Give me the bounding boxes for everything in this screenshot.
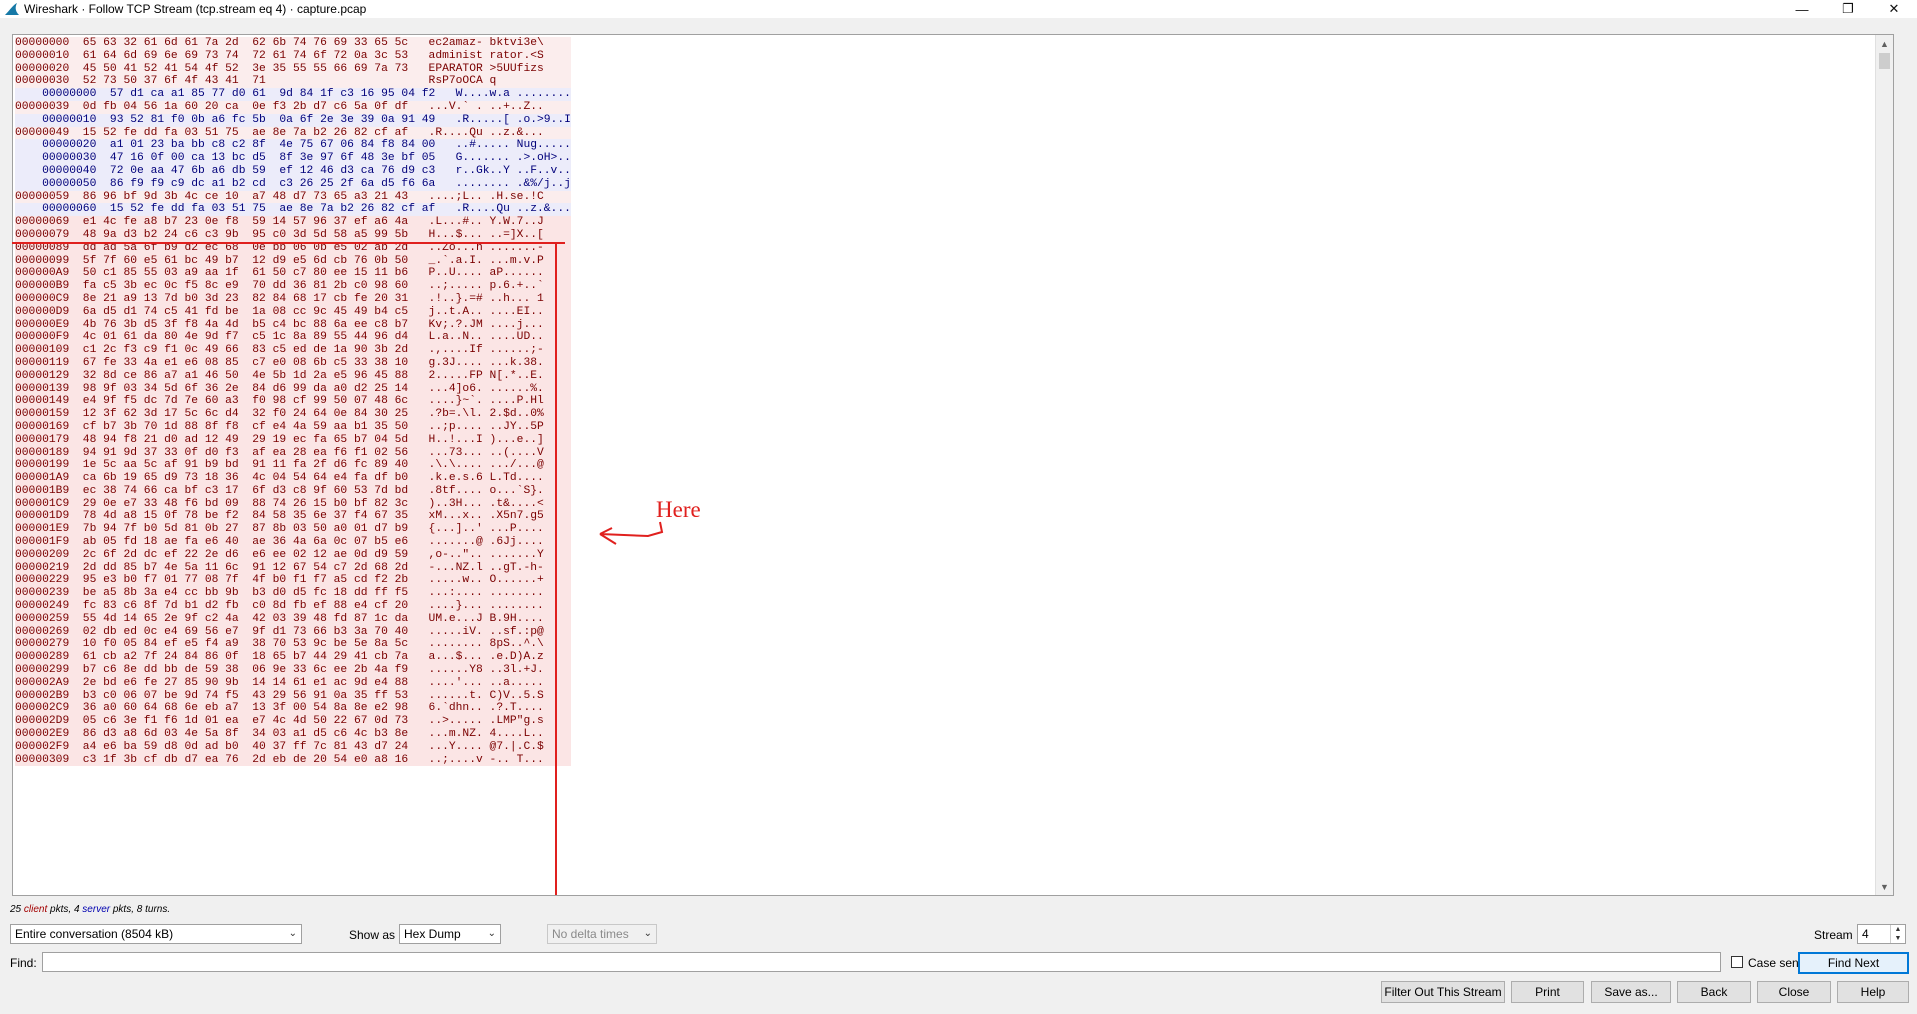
client-hex-line: 00000129 32 8d ce 86 a7 a1 46 50 4e 5b 1… — [15, 369, 571, 383]
client-hex-line: 000002E9 86 d3 a8 6d 03 4e 5a 8f 34 03 a… — [15, 728, 571, 741]
client-hex-line: 000001F9 ab 05 fd 18 ae fa e6 40 ae 36 4… — [15, 536, 571, 549]
title-bar: Wireshark · Follow TCP Stream (tcp.strea… — [0, 0, 1917, 18]
client-hex-line: 000001A9 ca 6b 19 65 d9 73 18 36 4c 04 5… — [15, 472, 571, 485]
client-hex-line: 00000039 0d fb 04 56 1a 60 20 ca 0e f3 2… — [15, 100, 571, 114]
client-hex-line: 00000020 45 50 41 52 41 54 4f 52 3e 35 5… — [15, 62, 571, 76]
client-hex-line: 00000169 cf b7 3b 70 1d 88 8f f8 cf e4 4… — [15, 420, 571, 434]
find-input[interactable] — [42, 952, 1721, 972]
server-hex-line: 00000050 86 f9 f9 c9 dc a1 b2 cd c3 26 2… — [15, 177, 571, 191]
client-hex-line: 00000049 15 52 fe dd fa 03 51 75 ae 8e 7… — [15, 126, 571, 140]
client-hex-line: 000000A9 50 c1 85 55 03 a9 aa 1f 61 50 c… — [15, 267, 571, 281]
window-title: Wireshark · Follow TCP Stream (tcp.strea… — [24, 2, 367, 16]
chevron-down-icon: ⌄ — [487, 928, 496, 939]
client-hex-line: 00000000 65 63 32 61 6d 61 7a 2d 62 6b 7… — [15, 37, 571, 50]
case-sensitive-checkbox[interactable] — [1731, 956, 1743, 968]
client-hex-line: 000001D9 78 4d a8 15 0f 78 be f2 84 58 3… — [15, 510, 571, 524]
client-hex-line: 000000D9 6a d5 d1 74 c5 41 fd be 1a 08 c… — [15, 305, 571, 319]
save-as-button[interactable]: Save as... — [1591, 981, 1671, 1003]
client-hex-line: 00000279 10 f0 05 84 ef e5 f4 a9 38 70 5… — [15, 638, 571, 652]
show-as-label: Show as — [349, 928, 396, 942]
client-hex-line: 00000139 98 9f 03 34 5d 6f 36 2e 84 d6 9… — [15, 382, 571, 396]
stream-options-row: Entire conversation (8504 kB) ⌄ Show as … — [0, 922, 1917, 946]
client-hex-line: 000000E9 4b 76 3b d5 3f f8 4a 4d b5 c4 b… — [15, 318, 571, 332]
help-button[interactable]: Help — [1837, 981, 1909, 1003]
spin-arrows-icon[interactable]: ▲ ▼ — [1890, 925, 1905, 943]
close-button[interactable]: Close — [1757, 981, 1831, 1003]
maximize-button[interactable]: ❐ — [1825, 0, 1871, 18]
client-hex-line: 000001C9 29 0e e7 33 48 f6 bd 09 88 74 2… — [15, 497, 571, 511]
back-button[interactable]: Back — [1677, 981, 1751, 1003]
client-hex-line: 000000B9 fa c5 3b ec 0c f5 8c e9 70 dd 3… — [15, 280, 571, 293]
close-window-button[interactable]: ✕ — [1871, 0, 1917, 18]
annotation-arrow-icon — [599, 521, 664, 545]
client-hex-line: 00000030 52 73 50 37 6f 4f 43 41 71 RsP7… — [15, 75, 571, 89]
client-hex-line: 00000229 95 e3 b0 f7 01 77 08 7f 4f b0 f… — [15, 574, 571, 588]
minimize-button[interactable]: — — [1779, 0, 1825, 18]
client-hex-line: 00000069 e1 4c fe a8 b7 23 0e f8 59 14 5… — [15, 216, 571, 229]
conversation-select[interactable]: Entire conversation (8504 kB) ⌄ — [10, 924, 302, 944]
scroll-down-arrow-icon[interactable]: ▼ — [1876, 878, 1893, 895]
chevron-down-icon: ⌄ — [288, 928, 297, 939]
client-hex-line: 00000059 86 96 bf 9d 3b 4c ce 10 a7 48 d… — [15, 190, 571, 204]
scroll-thumb[interactable] — [1879, 53, 1890, 69]
packet-summary: 25 client pkts, 4 server pkts, 8 turns. — [10, 904, 171, 915]
server-hex-line: 00000000 57 d1 ca a1 85 77 d0 61 9d 84 1… — [15, 88, 571, 101]
client-hex-line: 000002C9 36 a0 60 64 68 6e eb a7 13 3f 0… — [15, 702, 571, 716]
stream-label: Stream — [1814, 928, 1853, 942]
server-hex-line: 00000030 47 16 0f 00 ca 13 bc d5 8f 3e 9… — [15, 152, 571, 165]
client-hex-line: 000002A9 2e bd e6 fe 27 85 90 9b 14 14 6… — [15, 676, 571, 690]
client-hex-line: 000000F9 4c 01 61 da 80 4e 9d f7 c5 1c 8… — [15, 331, 571, 345]
delta-times-select[interactable]: No delta times ⌄ — [547, 924, 657, 944]
client-hex-line: 00000119 67 fe 33 4a e1 e6 08 85 c7 e0 0… — [15, 356, 571, 370]
client-hex-line: 00000010 61 64 6d 69 6e 69 73 74 72 61 7… — [15, 49, 571, 63]
client-hex-line: 00000079 48 9a d3 b2 24 c6 c3 9b 95 c0 3… — [15, 228, 571, 242]
stream-number-spinbox[interactable]: 4 ▲ ▼ — [1857, 924, 1906, 944]
client-hex-line: 00000199 1e 5c aa 5c af 91 b9 bd 91 11 f… — [15, 459, 571, 473]
client-hex-line: 000001B9 ec 38 74 66 ca bf c3 17 6f d3 c… — [15, 484, 571, 498]
server-hex-line: 00000020 a1 01 23 ba bb c8 c2 8f 4e 75 6… — [15, 139, 571, 153]
hex-dump-lines: 00000000 65 63 32 61 6d 61 7a 2d 62 6b 7… — [15, 37, 571, 767]
filter-out-stream-button[interactable]: Filter Out This Stream — [1381, 981, 1505, 1003]
client-hex-line: 000002D9 05 c6 3e f1 f6 1d 01 ea e7 4c 4… — [15, 715, 571, 729]
wireshark-fin-icon — [5, 3, 19, 15]
find-row: Find: Case sensitive Find Next — [0, 952, 1917, 974]
annotation-vertical-line — [555, 243, 557, 895]
client-hex-line: 00000309 c3 1f 3b cf db d7 ea 76 2d eb d… — [15, 753, 571, 767]
client-hex-line: 00000179 48 94 f8 21 d0 ad 12 49 29 19 e… — [15, 433, 571, 447]
client-hex-line: 00000159 12 3f 62 3d 17 5c 6c d4 32 f0 2… — [15, 408, 571, 421]
chevron-down-icon: ⌄ — [643, 928, 652, 939]
client-hex-line: 00000269 02 db ed 0c e4 69 56 e7 9f d1 7… — [15, 625, 571, 639]
client-hex-line: 00000099 5f 7f 60 e5 61 bc 49 b7 12 d9 e… — [15, 254, 571, 268]
client-hex-line: 000000C9 8e 21 a9 13 7d b0 3d 23 82 84 6… — [15, 292, 571, 306]
client-hex-line: 000001E9 7b 94 7f b0 5d 81 0b 27 87 8b 0… — [15, 523, 571, 537]
scroll-up-arrow-icon[interactable]: ▲ — [1876, 35, 1893, 52]
client-hex-line: 000002F9 a4 e6 ba 59 d8 0d ad b0 40 37 f… — [15, 740, 571, 754]
client-hex-line: 00000249 fc 83 c6 8f 7d b1 d2 fb c0 8d f… — [15, 600, 571, 613]
find-next-button[interactable]: Find Next — [1798, 952, 1909, 974]
show-as-select[interactable]: Hex Dump ⌄ — [399, 924, 501, 944]
client-hex-line: 00000299 b7 c6 8e dd bb de 59 38 06 9e 3… — [15, 664, 571, 677]
server-hex-line: 00000040 72 0e aa 47 6b a6 db 59 ef 12 4… — [15, 164, 571, 178]
client-hex-line: 00000109 c1 2c f3 c9 f1 0c 49 66 83 c5 e… — [15, 344, 571, 357]
client-hex-line: 000002B9 b3 c0 06 07 be 9d 74 f5 43 29 5… — [15, 689, 571, 703]
client-hex-line: 00000149 e4 9f f5 dc 7d 7e 60 a3 f0 98 c… — [15, 395, 571, 409]
dialog-buttons-row: Filter Out This Stream Print Save as... … — [0, 981, 1917, 1005]
stream-content-pane[interactable]: 00000000 65 63 32 61 6d 61 7a 2d 62 6b 7… — [12, 34, 1894, 896]
server-hex-line: 00000010 93 52 81 f0 0b a6 fc 5b 0a 6f 2… — [15, 113, 571, 127]
print-button[interactable]: Print — [1511, 981, 1584, 1003]
client-hex-line: 00000209 2c 6f 2d dc ef 22 2e d6 e6 ee 0… — [15, 548, 571, 562]
client-hex-line: 00000289 61 cb a2 7f 24 84 86 0f 18 65 b… — [15, 651, 571, 665]
client-hex-line: 00000219 2d dd 85 b7 4e 5a 11 6c 91 12 6… — [15, 561, 571, 575]
find-label: Find: — [10, 956, 37, 970]
client-hex-line: 00000259 55 4d 14 65 2e 9f c2 4a 42 03 3… — [15, 612, 571, 626]
vertical-scrollbar[interactable]: ▲ ▼ — [1875, 35, 1893, 895]
client-hex-line: 00000189 94 91 9d 37 33 0f d0 f3 af ea 2… — [15, 446, 571, 460]
annotation-underline — [12, 242, 565, 244]
server-hex-line: 00000060 15 52 fe dd fa 03 51 75 ae 8e 7… — [15, 203, 571, 217]
client-hex-line: 00000239 be a5 8b 3a e4 cc bb 9b b3 d0 d… — [15, 587, 571, 601]
